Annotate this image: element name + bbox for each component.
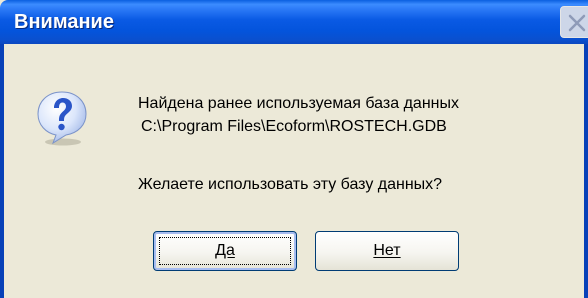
title-bar[interactable]: Внимание bbox=[0, 0, 588, 44]
message-line-1: Найдена ранее используемая база данных bbox=[138, 95, 459, 112]
dialog-title: Внимание bbox=[14, 11, 114, 33]
question-text: Желаете использовать эту базу данных? bbox=[138, 176, 443, 193]
question-icon bbox=[37, 91, 87, 146]
close-icon bbox=[568, 14, 586, 32]
database-path: C:\Program Files\Ecoform\ROSTECH.GDB bbox=[141, 118, 447, 135]
dialog-window: Внимание Найдена ранее используемая база… bbox=[0, 0, 588, 298]
no-button[interactable]: Нет bbox=[315, 231, 459, 271]
yes-button[interactable]: Да bbox=[153, 231, 297, 271]
no-button-label: Нет bbox=[373, 242, 401, 259]
window-frame-right bbox=[584, 44, 588, 298]
window-frame-left bbox=[0, 44, 4, 298]
focus-rectangle bbox=[159, 237, 291, 265]
close-button[interactable] bbox=[560, 6, 588, 38]
